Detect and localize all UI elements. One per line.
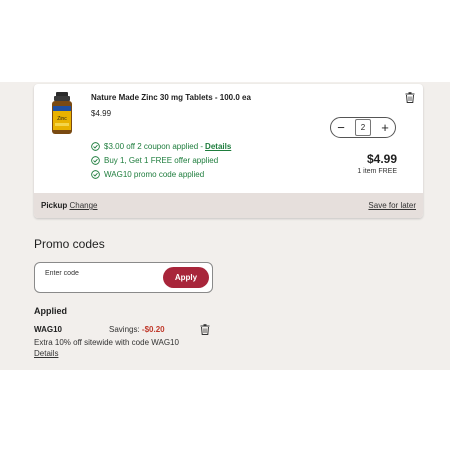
remove-promo-trash-icon[interactable] (200, 324, 210, 335)
fulfillment-info: Pickup Change (41, 201, 98, 210)
cart-item-card: Zinc Nature Made Zinc 30 mg Tablets - 10… (34, 84, 423, 218)
promo-code-input[interactable] (45, 267, 155, 279)
save-for-later-link[interactable]: Save for later (368, 201, 416, 210)
quantity-field[interactable]: 2 (355, 119, 371, 136)
product-bottle-image[interactable]: Zinc (51, 92, 73, 136)
decrement-button[interactable]: − (331, 118, 351, 137)
savings-info: Savings: -$0.20 (109, 325, 165, 334)
promo-code-form: Apply (34, 262, 213, 293)
trash-icon[interactable] (405, 92, 415, 103)
promo-description: Extra 10% off sitewide with code WAG10 (34, 338, 179, 347)
offer-text: $3.00 off 2 coupon applied - (104, 141, 204, 151)
product-price: $4.99 (91, 109, 112, 118)
applied-code: WAG10 (34, 325, 63, 334)
change-fulfillment-link[interactable]: Change (69, 201, 97, 210)
check-circle-icon (91, 155, 100, 165)
offer-text: Buy 1, Get 1 FREE offer applied (104, 155, 219, 165)
coupon-details-link[interactable]: Details (205, 142, 231, 151)
applied-heading: Applied (34, 306, 67, 316)
promo-heading: Promo codes (34, 237, 105, 251)
item-total: $4.99 (366, 152, 397, 166)
savings-amount: -$0.20 (141, 325, 165, 334)
quantity-stepper: − 2 + (330, 117, 396, 138)
product-label-text: Zinc (57, 116, 67, 122)
offer-item: $3.00 off 2 coupon applied - Details (91, 139, 231, 153)
offer-text: WAG10 promo code applied (104, 169, 205, 179)
promo-details-link[interactable]: Details (34, 349, 58, 358)
increment-button[interactable]: + (375, 118, 395, 137)
fulfillment-bar: Pickup Change Save for later (34, 193, 423, 218)
savings-label: Savings: (109, 325, 142, 334)
free-item-note: 1 item FREE (357, 168, 397, 175)
offer-item: Buy 1, Get 1 FREE offer applied (91, 153, 231, 167)
apply-button[interactable]: Apply (163, 267, 209, 288)
offer-list: $3.00 off 2 coupon applied - Details Buy… (91, 139, 231, 181)
offer-item: WAG10 promo code applied (91, 167, 231, 181)
check-circle-icon (91, 169, 100, 179)
product-title[interactable]: Nature Made Zinc 30 mg Tablets - 100.0 e… (91, 93, 251, 102)
fulfillment-mode: Pickup (41, 201, 68, 210)
check-circle-icon (91, 141, 100, 151)
